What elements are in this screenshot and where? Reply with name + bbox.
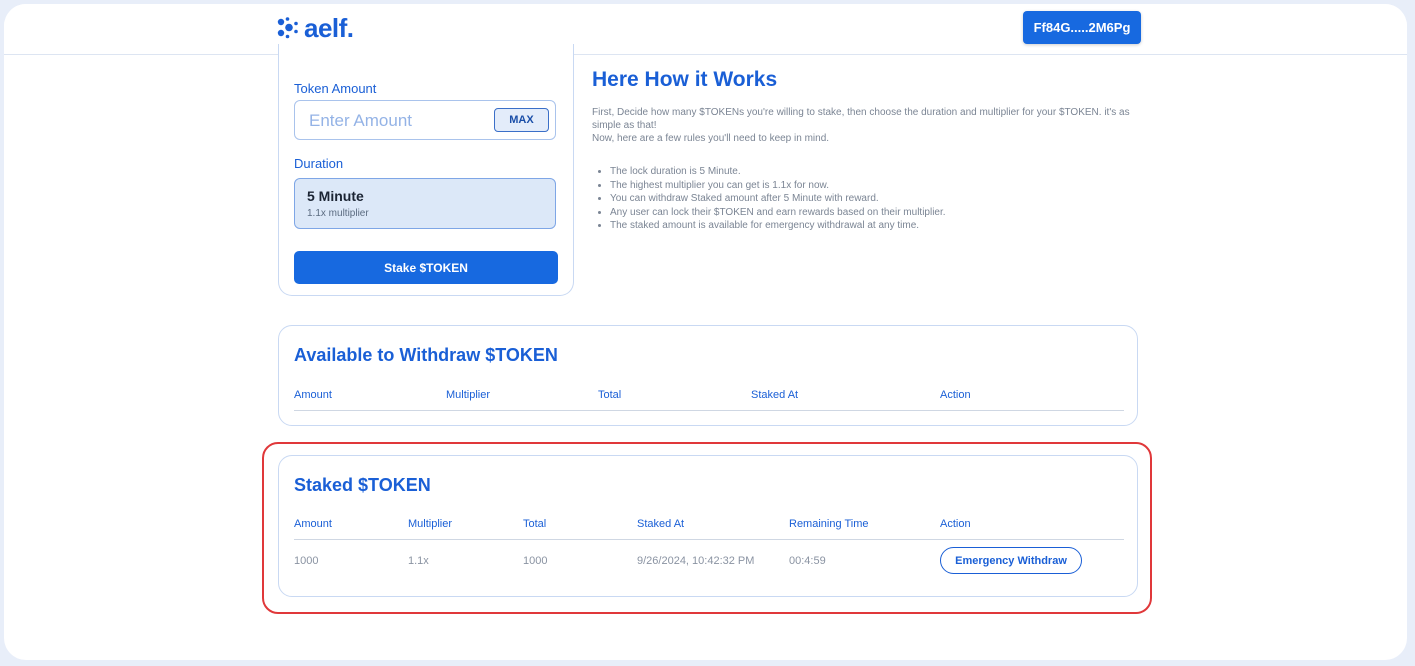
table-divider [294,410,1124,411]
intro-paragraph-2: Now, here are a few rules you'll need to… [592,133,830,144]
staked-token-panel: Staked $TOKEN Amount Multiplier Total St… [278,455,1138,597]
emergency-withdraw-button[interactable]: Emergency Withdraw [940,547,1082,574]
column-header-amount: Amount [294,518,332,530]
duration-option-multiplier: 1.1x multiplier [307,208,369,219]
rule-item: The highest multiplier you can get is 1.… [610,179,1170,193]
amount-field: MAX [294,100,556,140]
token-amount-label: Token Amount [294,81,377,96]
logo-text: aelf. [304,13,354,43]
column-header-staked-at: Staked At [751,389,799,401]
available-withdraw-title: Available to Withdraw $TOKEN [294,345,558,365]
intro-paragraph-1: First, Decide how many $TOKENs you're wi… [592,107,1130,131]
available-withdraw-panel: Available to Withdraw $TOKEN Amount Mult… [278,325,1138,426]
column-header-action: Action [940,389,971,401]
aelf-logo[interactable]: aelf. [276,13,354,43]
how-it-works-title: Here How it Works [592,68,778,91]
duration-label: Duration [294,156,344,171]
cell-amount: 1000 [294,555,319,567]
column-header-action: Action [940,518,971,530]
rule-item: You can withdraw Staked amount after 5 M… [610,192,1170,206]
rules-list: The lock duration is 5 Minute. The highe… [592,165,1170,233]
column-header-multiplier: Multiplier [446,389,491,401]
aelf-logo-icon [277,17,298,39]
stake-card: Token Amount MAX Duration 5 Minute 1.1x … [278,44,574,296]
rule-item: The lock duration is 5 Minute. [610,165,1170,179]
duration-option-title: 5 Minute [307,188,364,204]
cell-total: 1000 [523,555,548,567]
rule-item: The staked amount is available for emerg… [610,219,1170,233]
wallet-address-button[interactable]: Ff84G.....2M6Pg [1023,11,1141,44]
how-it-works-intro: First, Decide how many $TOKENs you're wi… [592,106,1152,145]
cell-remaining-time: 00:4:59 [789,555,826,567]
column-header-total: Total [598,389,622,401]
column-header-multiplier: Multiplier [408,518,453,530]
max-button[interactable]: MAX [494,108,549,132]
column-header-remaining-time: Remaining Time [789,518,869,530]
column-header-amount: Amount [294,389,332,401]
column-header-total: Total [523,518,547,530]
staked-token-title: Staked $TOKEN [294,475,431,495]
app-window: aelf. Ff84G.....2M6Pg Token Amount MAX D… [4,4,1407,660]
table-divider [294,539,1124,540]
top-bar: aelf. Ff84G.....2M6Pg [4,4,1407,55]
rule-item: Any user can lock their $TOKEN and earn … [610,206,1170,220]
amount-input[interactable] [307,107,491,135]
column-header-staked-at: Staked At [637,518,685,530]
cell-staked-at: 9/26/2024, 10:42:32 PM [637,555,755,567]
cell-multiplier: 1.1x [408,555,429,567]
duration-option-5-minute[interactable]: 5 Minute 1.1x multiplier [294,178,556,229]
stake-token-button[interactable]: Stake $TOKEN [294,251,558,284]
